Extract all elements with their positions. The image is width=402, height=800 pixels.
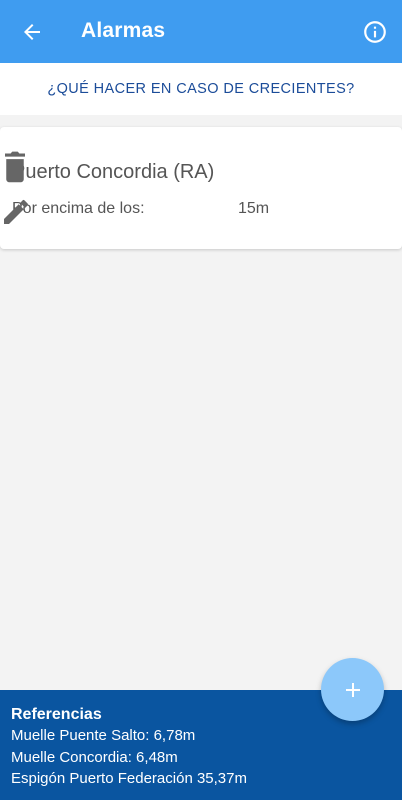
reference-item: Espigón Puerto Federación 35,37m: [11, 770, 247, 787]
trash-icon: [5, 151, 25, 183]
alarm-condition-value: 15m: [238, 200, 270, 217]
plus-icon: [345, 682, 360, 697]
arrow-left-icon: [24, 24, 40, 40]
flood-help-link[interactable]: ¿QUÉ HACER EN CASO DE CRECIENTES?: [47, 81, 354, 97]
back-button[interactable]: [18, 18, 46, 46]
reference-item: Muelle Puente Salto: 6,78m: [11, 727, 196, 744]
pencil-icon: [4, 199, 29, 224]
info-circle-icon: [364, 21, 386, 43]
info-button[interactable]: [361, 18, 389, 46]
edit-alarm-button[interactable]: [0, 196, 32, 228]
help-link-bar: ¿QUÉ HACER EN CASO DE CRECIENTES?: [0, 63, 402, 115]
app-bar: Alarmas: [0, 0, 402, 63]
page-title: Alarmas: [81, 19, 166, 42]
alarm-card: Puerto Concordia (RA) Por encima de los:…: [0, 127, 402, 249]
reference-item: Muelle Concordia: 6,48m: [11, 748, 178, 766]
add-alarm-button[interactable]: [321, 658, 384, 721]
delete-alarm-button[interactable]: [0, 149, 30, 183]
alarm-station-name: Puerto Concordia (RA): [12, 161, 215, 183]
